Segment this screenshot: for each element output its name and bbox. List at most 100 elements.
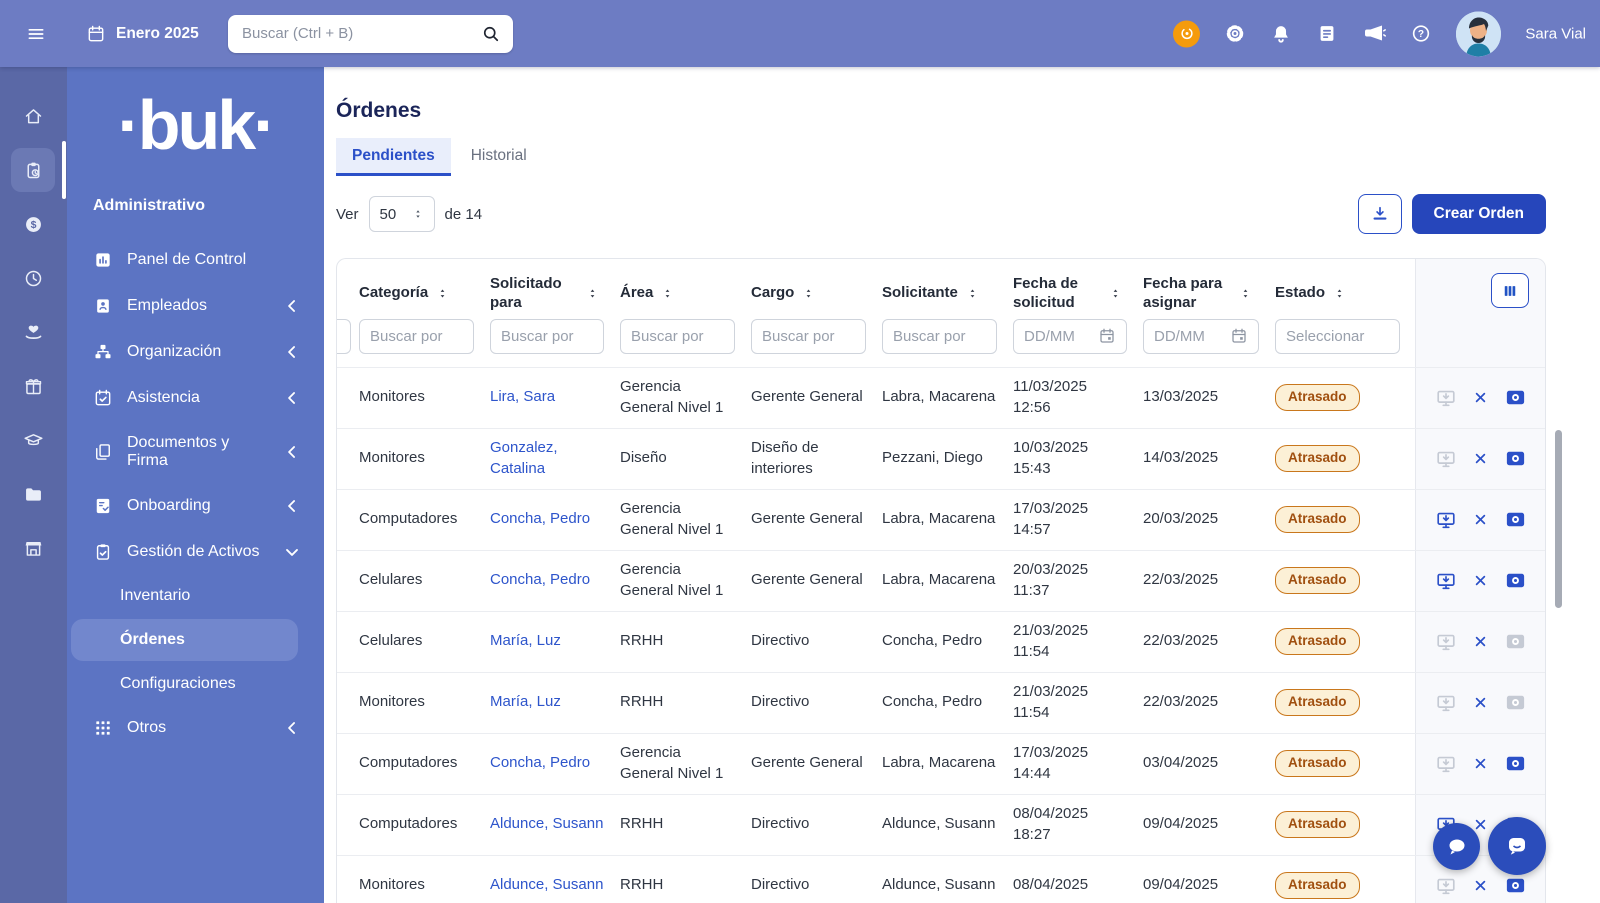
period-selector[interactable]: Enero 2025 (86, 24, 199, 44)
rail-item-asset-management[interactable] (0, 143, 67, 197)
help-icon[interactable] (1410, 23, 1432, 45)
cell-area: Gerencia General Nivel 1 (620, 560, 751, 601)
hidden-column-filter[interactable] (336, 319, 351, 354)
gear-icon[interactable] (1224, 23, 1246, 45)
sidebar-subitem-ordenes[interactable]: Órdenes (71, 619, 298, 661)
rail-item-files[interactable] (0, 467, 67, 521)
avatar[interactable] (1456, 11, 1501, 56)
sidebar-subitem-inventario[interactable]: Inventario (67, 575, 324, 617)
requested-for-link[interactable]: María, Luz (490, 632, 561, 649)
view-order-button[interactable] (1504, 447, 1527, 470)
column-header-categoria[interactable]: Categoría (359, 284, 490, 303)
cancel-order-button[interactable] (1472, 694, 1489, 711)
view-order-button[interactable] (1504, 508, 1527, 531)
view-order-button[interactable] (1504, 874, 1527, 897)
bell-icon[interactable] (1270, 23, 1292, 45)
view-order-button[interactable] (1504, 752, 1527, 775)
column-header-cargo[interactable]: Cargo (751, 284, 882, 303)
cell-solicitante: Labra, Macarena (882, 387, 1013, 407)
column-settings-button[interactable] (1491, 273, 1529, 308)
rail-item-benefits[interactable] (0, 305, 67, 359)
sidebar-item-gestion-de-activos[interactable]: Gestión de Activos (67, 529, 324, 575)
column-header-solicitante[interactable]: Solicitante (882, 284, 1013, 303)
sidebar-item-asistencia[interactable]: Asistencia (67, 375, 324, 421)
column-header-estado[interactable]: Estado (1275, 284, 1416, 303)
sidebar-item-documentos-y-firma[interactable]: Documentos y Firma (67, 421, 324, 483)
filter-input-solicitado-para[interactable]: Buscar por (490, 319, 604, 354)
cancel-order-button[interactable] (1472, 572, 1489, 589)
megaphone-icon[interactable] (1362, 22, 1386, 46)
filter-input-solicitante[interactable]: Buscar por (882, 319, 997, 354)
sidebar-item-empleados[interactable]: Empleados (67, 283, 324, 329)
requested-for-link[interactable]: Aldunce, Susann (490, 876, 603, 893)
select-filter-estado[interactable]: Seleccionar (1275, 319, 1400, 354)
tab-historial[interactable]: Historial (455, 138, 543, 176)
cell-fecha-asignar: 22/03/2025 (1143, 570, 1275, 590)
calcheck-icon (93, 388, 113, 408)
cell-estado: Atrasado (1275, 384, 1416, 410)
rail-item-training[interactable] (0, 413, 67, 467)
sidebar-item-panel-de-control[interactable]: Panel de Control (67, 237, 324, 283)
vertical-scrollbar[interactable] (1555, 430, 1562, 608)
rail-item-gifts[interactable] (0, 359, 67, 413)
download-order-button[interactable] (1435, 509, 1457, 531)
filter-input-cargo[interactable]: Buscar por (751, 319, 866, 354)
export-button[interactable] (1358, 194, 1402, 234)
date-filter-fecha-para-asignar[interactable]: DD/MM (1143, 319, 1259, 354)
filter-input-area[interactable]: Buscar por (620, 319, 735, 354)
sidebar-subitem-configuraciones[interactable]: Configuraciones (67, 663, 324, 705)
store-icon (23, 538, 44, 559)
eye-icon (1504, 874, 1527, 897)
cell-fecha-solicitud: 11/03/202512:56 (1013, 377, 1143, 418)
cancel-order-button[interactable] (1472, 755, 1489, 772)
search-input[interactable] (228, 15, 513, 53)
download-order-button[interactable] (1435, 570, 1457, 592)
requested-for-link[interactable]: Concha, Pedro (490, 754, 590, 771)
cancel-order-button[interactable] (1472, 511, 1489, 528)
filter-placeholder: Buscar por (370, 328, 443, 345)
date-filter-fecha-de-solicitud[interactable]: DD/MM (1013, 319, 1127, 354)
cell-area: RRHH (620, 875, 751, 895)
support-chat-button[interactable] (1488, 817, 1546, 875)
requested-for-link[interactable]: Aldunce, Susann (490, 815, 603, 832)
view-order-button[interactable] (1504, 386, 1527, 409)
sidebar-item-otros[interactable]: Otros (67, 705, 324, 751)
rail-item-home[interactable] (0, 89, 67, 143)
sidebar-item-organizacion[interactable]: Organización (67, 329, 324, 375)
requested-for-link[interactable]: Concha, Pedro (490, 571, 590, 588)
requested-for-link[interactable]: Concha, Pedro (490, 510, 590, 527)
rail-item-time[interactable] (0, 251, 67, 305)
cancel-order-button[interactable] (1472, 389, 1489, 406)
view-order-button[interactable] (1504, 569, 1527, 592)
support-icon[interactable] (1173, 20, 1200, 47)
feedback-chat-button[interactable] (1433, 823, 1480, 870)
requested-for-link[interactable]: Lira, Sara (490, 388, 555, 405)
menu-toggle-button[interactable] (26, 24, 46, 44)
columns-icon (1501, 282, 1519, 300)
sidebar-item-onboarding[interactable]: Onboarding (67, 483, 324, 529)
column-header-fecha-de-solicitud[interactable]: Fecha de solicitud (1013, 275, 1143, 313)
rail-item-marketplace[interactable] (0, 521, 67, 575)
create-order-button[interactable]: Crear Orden (1412, 194, 1546, 234)
column-label: Cargo (751, 284, 794, 303)
requested-for-link[interactable]: María, Luz (490, 693, 561, 710)
total-count-label: de 14 (445, 206, 483, 223)
search-icon[interactable] (481, 24, 501, 44)
page-size-select[interactable]: 50 (369, 196, 435, 232)
sort-icon (966, 287, 979, 300)
cancel-order-button[interactable] (1472, 450, 1489, 467)
notes-icon[interactable] (1316, 23, 1338, 45)
cell-actions (1416, 508, 1545, 531)
cancel-order-button[interactable] (1472, 877, 1489, 894)
rail-item-payments[interactable] (0, 197, 67, 251)
column-header-solicitado-para[interactable]: Solicitado para (490, 275, 620, 313)
cancel-order-button[interactable] (1472, 633, 1489, 650)
filter-input-categoria[interactable]: Buscar por (359, 319, 474, 354)
tab-pendientes[interactable]: Pendientes (336, 138, 451, 176)
cell-cargo: Gerente General (751, 509, 882, 529)
column-header-area[interactable]: Área (620, 284, 751, 303)
device-download-icon (1435, 753, 1457, 775)
cell-fecha-asignar: 22/03/2025 (1143, 692, 1275, 712)
requested-for-link[interactable]: Gonzalez, Catalina (490, 439, 558, 476)
column-header-fecha-para-asignar[interactable]: Fecha para asignar (1143, 275, 1275, 313)
